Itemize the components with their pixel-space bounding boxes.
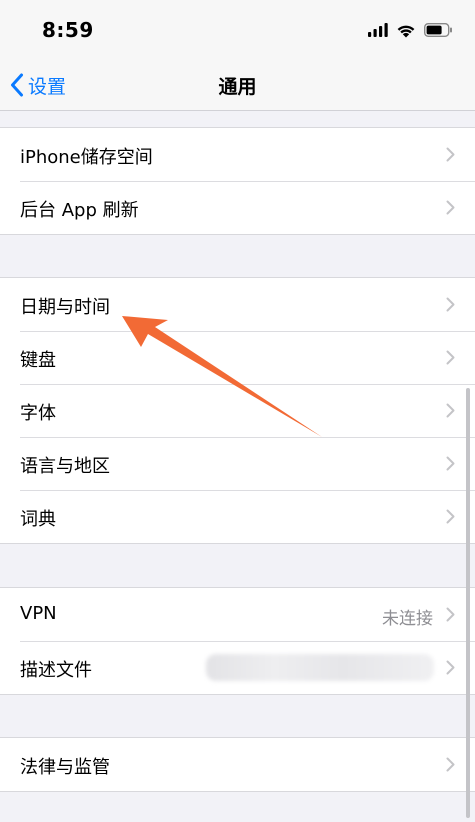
row-label: 后台 App 刷新 — [20, 200, 139, 221]
chevron-right-icon — [446, 456, 455, 471]
chevron-right-icon — [446, 147, 455, 162]
navigation-bar: 设置 通用 — [0, 60, 475, 111]
status-icons — [368, 20, 453, 40]
vpn-status: 未连接 — [382, 609, 433, 629]
row-label: 日期与时间 — [20, 297, 110, 318]
row-background-app-refresh[interactable]: 后台 App 刷新 — [0, 181, 475, 234]
settings-group-network: VPN 未连接 描述文件 — [0, 587, 475, 695]
row-dictionary[interactable]: 词典 — [0, 490, 475, 543]
row-label: VPN — [20, 603, 57, 624]
blurred-profile-value — [206, 654, 434, 681]
page-title: 通用 — [218, 76, 257, 98]
status-time: 8:59 — [42, 18, 94, 42]
battery-icon — [424, 23, 452, 37]
wifi-icon — [397, 25, 415, 37]
row-legal-regulatory[interactable]: 法律与监管 — [0, 738, 475, 791]
chevron-right-icon — [446, 297, 455, 312]
chevron-right-icon — [446, 403, 455, 418]
row-iphone-storage[interactable]: iPhone储存空间 — [0, 128, 475, 181]
row-language-region[interactable]: 语言与地区 — [0, 437, 475, 490]
row-keyboard[interactable]: 键盘 — [0, 331, 475, 384]
row-label: 键盘 — [20, 350, 56, 371]
chevron-right-icon — [446, 509, 455, 524]
chevron-right-icon — [446, 660, 455, 675]
chevron-right-icon — [446, 200, 455, 215]
settings-group-general: 日期与时间 键盘 字体 语言与地区 词典 — [0, 277, 475, 544]
chevron-right-icon — [446, 350, 455, 365]
status-bar: 8:59 — [0, 0, 475, 60]
settings-group-storage: iPhone储存空间 后台 App 刷新 — [0, 127, 475, 235]
settings-group-legal: 法律与监管 — [0, 737, 475, 792]
row-date-time[interactable]: 日期与时间 — [0, 278, 475, 331]
row-fonts[interactable]: 字体 — [0, 384, 475, 437]
chevron-right-icon — [446, 757, 455, 772]
cellular-signal-icon — [368, 23, 388, 37]
row-label: 法律与监管 — [20, 757, 110, 778]
scrollbar[interactable] — [466, 388, 470, 818]
row-label: iPhone储存空间 — [20, 147, 153, 168]
row-label: 描述文件 — [20, 660, 92, 681]
row-label: 字体 — [20, 403, 56, 424]
chevron-right-icon — [446, 607, 455, 622]
row-label: 词典 — [20, 509, 56, 530]
row-vpn[interactable]: VPN 未连接 — [0, 588, 475, 641]
row-label: 语言与地区 — [20, 456, 110, 477]
row-profiles[interactable]: 描述文件 — [0, 641, 475, 694]
